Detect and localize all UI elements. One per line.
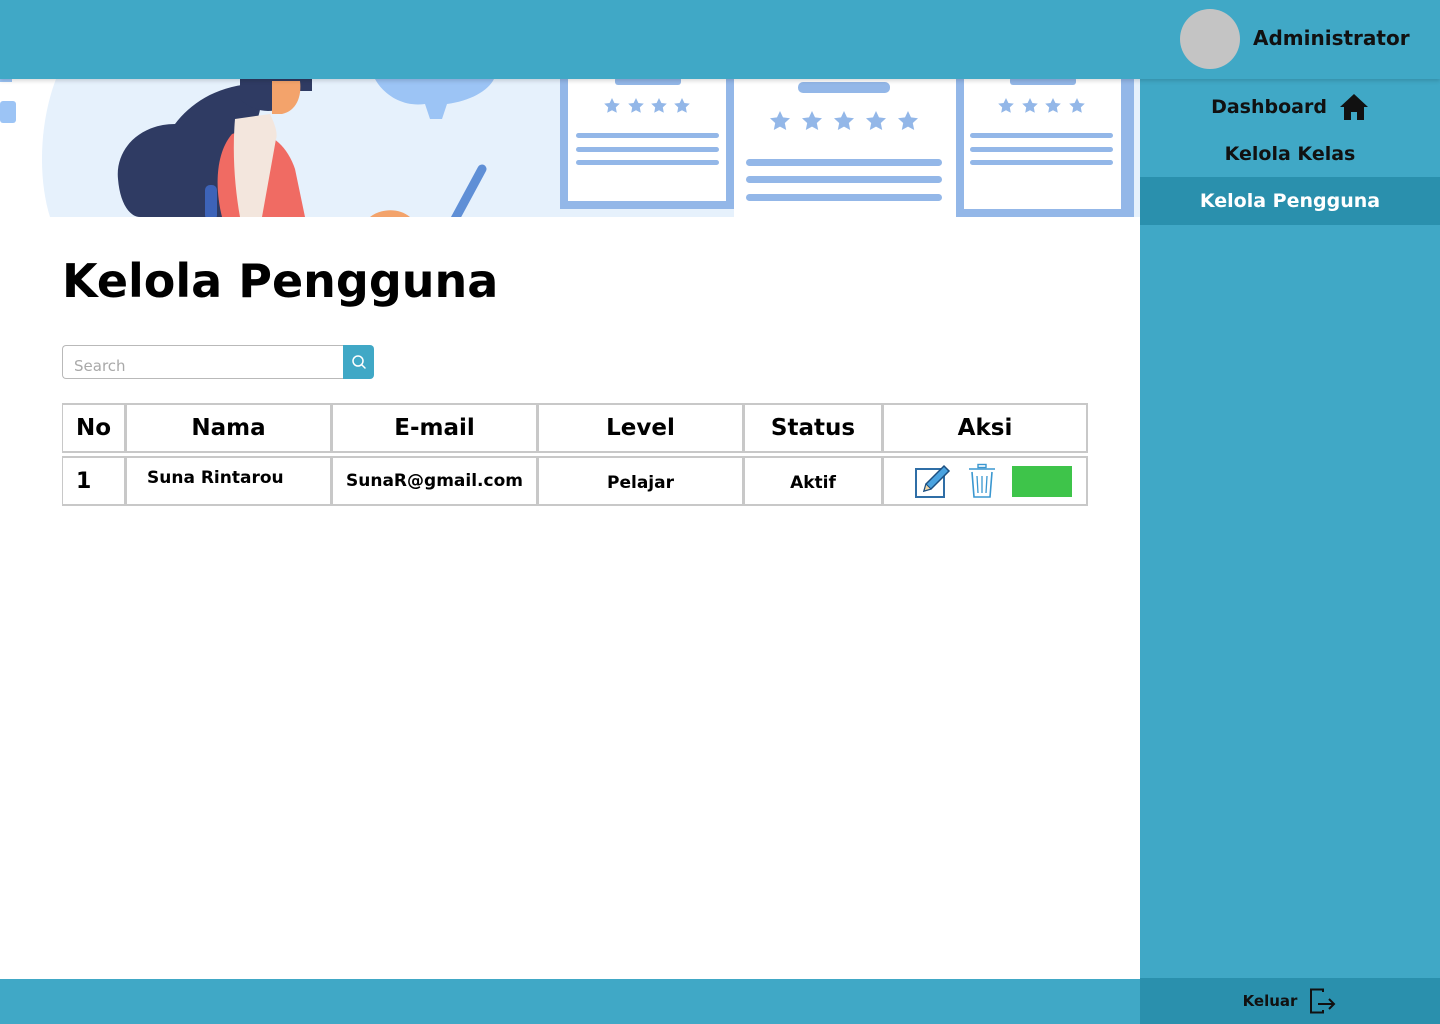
trash-icon[interactable] xyxy=(967,463,997,499)
sidebar-item-kelola-kelas[interactable]: Kelola Kelas xyxy=(1140,130,1440,178)
table-header-level: Level xyxy=(538,403,744,453)
table-header-nama: Nama xyxy=(126,403,332,453)
user-name: Administrator xyxy=(1253,26,1410,50)
table-header-aksi: Aksi xyxy=(883,403,1088,453)
top-bar: Administrator xyxy=(0,0,1440,79)
sidebar-item-label: Kelola Kelas xyxy=(1224,143,1356,165)
search-input[interactable] xyxy=(62,345,345,379)
table-header-status: Status xyxy=(744,403,883,453)
table-cell-status: Aktif xyxy=(744,456,883,506)
bottom-bar xyxy=(0,979,1140,1024)
logout-label: Keluar xyxy=(1242,992,1298,1010)
search-button[interactable] xyxy=(343,345,374,379)
banner-illustration xyxy=(0,79,1140,217)
table-cell-nama: Suna Rintarou xyxy=(126,456,332,506)
table-header-email: E-mail xyxy=(332,403,538,453)
sidebar-item-label: Dashboard xyxy=(1211,96,1327,118)
edit-icon[interactable] xyxy=(914,463,952,499)
sidebar-item-kelola-pengguna[interactable]: Kelola Pengguna xyxy=(1140,177,1440,225)
avatar[interactable] xyxy=(1180,9,1240,69)
home-icon xyxy=(1339,94,1368,120)
logout-button[interactable]: Keluar xyxy=(1140,978,1440,1024)
table-cell-email: SunaR@gmail.com xyxy=(332,456,538,506)
page-title: Kelola Pengguna xyxy=(62,254,499,308)
sidebar: Dashboard Kelola Kelas Kelola Pengguna K… xyxy=(1140,79,1440,1024)
sidebar-item-dashboard[interactable]: Dashboard xyxy=(1140,83,1440,131)
table-cell-actions xyxy=(883,456,1088,506)
sidebar-item-label: Kelola Pengguna xyxy=(1199,190,1381,212)
logout-icon xyxy=(1310,988,1336,1014)
table-cell-no: 1 xyxy=(62,456,126,506)
table-header-no: No xyxy=(62,403,126,453)
status-toggle-button[interactable] xyxy=(1012,465,1072,497)
search-icon xyxy=(351,355,366,369)
table-cell-level: Pelajar xyxy=(538,456,744,506)
